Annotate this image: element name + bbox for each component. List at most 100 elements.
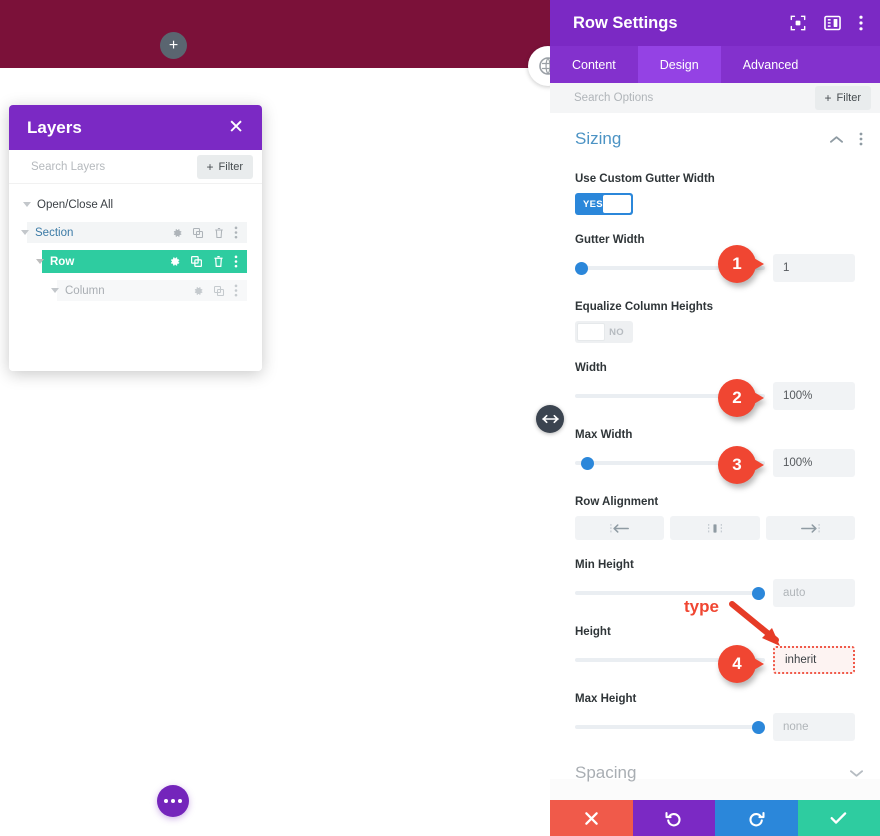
align-center-button[interactable] <box>670 516 760 540</box>
focus-icon[interactable] <box>790 15 806 31</box>
open-close-all-row[interactable]: Open/Close All <box>9 194 262 215</box>
slider-thumb[interactable] <box>752 720 765 734</box>
close-icon[interactable]: ✕ <box>228 118 244 137</box>
undo-icon <box>665 811 681 826</box>
callout-pointer <box>747 455 764 475</box>
more-options-fab[interactable] <box>157 785 189 817</box>
trash-icon[interactable] <box>213 227 225 239</box>
toggle-value-yes: YES <box>583 198 603 210</box>
tab-advanced[interactable]: Advanced <box>721 46 821 83</box>
annotation-type-label: type <box>684 597 719 616</box>
options-filter-label: Filter <box>836 92 861 104</box>
slider-track[interactable] <box>575 591 765 595</box>
toggle-knob <box>577 323 605 341</box>
align-left-icon <box>609 523 629 533</box>
kebab-icon[interactable] <box>234 284 238 297</box>
chevron-up-icon[interactable] <box>830 135 843 144</box>
tab-content[interactable]: Content <box>550 46 638 83</box>
input-max-width[interactable]: 100% <box>773 449 855 477</box>
layer-actions-section <box>171 226 247 239</box>
resize-horizontal-icon <box>541 414 559 424</box>
duplicate-icon[interactable] <box>213 285 225 297</box>
save-button[interactable] <box>797 800 880 836</box>
layer-row-row[interactable]: Row <box>36 250 247 273</box>
layer-actions-row <box>168 255 247 268</box>
callout-marker-2: 2 <box>718 379 764 417</box>
label-min-height: Min Height <box>575 559 634 571</box>
duplicate-icon[interactable] <box>192 227 204 239</box>
chevron-down-icon[interactable] <box>21 230 29 235</box>
slider-thumb[interactable] <box>575 261 588 275</box>
spacing-section-title: Spacing <box>575 763 637 782</box>
slider-thumb[interactable] <box>581 456 594 470</box>
options-filter-button[interactable]: + Filter <box>814 86 871 110</box>
gear-icon[interactable] <box>168 255 181 268</box>
kebab-icon[interactable] <box>859 15 863 31</box>
layers-tree: Open/Close All Section Row Column <box>9 184 262 371</box>
panel-resize-handle[interactable] <box>536 405 564 433</box>
options-search-bar: Search Options + Filter <box>550 83 880 114</box>
label-gutter-width: Gutter Width <box>575 234 645 246</box>
spacing-section-header[interactable]: Spacing <box>550 741 880 793</box>
undo-button[interactable] <box>632 800 715 836</box>
slider-max-height[interactable]: none <box>575 713 855 741</box>
label-height: Height <box>575 626 611 638</box>
slider-max-width[interactable]: 100% <box>575 449 855 477</box>
layer-row-column[interactable]: Column <box>51 280 247 301</box>
align-right-icon <box>801 523 821 533</box>
chevron-down-icon[interactable] <box>23 202 31 207</box>
input-width[interactable]: 100% <box>773 382 855 410</box>
search-layers-input[interactable]: Search Layers <box>31 161 105 173</box>
tab-design[interactable]: Design <box>637 46 721 83</box>
duplicate-icon[interactable] <box>190 255 203 268</box>
callout-marker-3: 3 <box>718 446 764 484</box>
layers-filter-button[interactable]: + Filter <box>196 154 253 179</box>
settings-scroll-area[interactable]: Sizing Use Custom Gutter Width YES Gutte… <box>550 113 880 782</box>
label-width: Width <box>575 362 607 374</box>
gear-icon[interactable] <box>171 227 183 239</box>
chevron-down-icon[interactable] <box>850 769 863 778</box>
label-max-width: Max Width <box>575 429 633 441</box>
toggle-value-no: NO <box>609 326 624 338</box>
kebab-icon[interactable] <box>234 226 238 239</box>
layer-label-section: Section <box>35 226 74 239</box>
toggle-use-custom-gutter-width[interactable]: YES <box>575 193 633 215</box>
slider-gutter-width[interactable]: 1 <box>575 254 855 282</box>
label-row-alignment: Row Alignment <box>575 496 659 508</box>
trash-icon[interactable] <box>212 255 225 268</box>
gear-icon[interactable] <box>192 285 204 297</box>
add-section-button[interactable]: + <box>160 32 187 59</box>
layers-panel: Layers ✕ Search Layers + Filter Open/Clo… <box>9 105 262 371</box>
callout-pointer <box>747 388 764 408</box>
sizing-section-title: Sizing <box>575 129 622 148</box>
search-options-input[interactable]: Search Options <box>574 92 653 104</box>
align-right-button[interactable] <box>765 516 855 540</box>
align-left-button[interactable] <box>575 516 665 540</box>
toggle-equalize-column-heights[interactable]: NO <box>575 321 633 343</box>
label-use-custom-gutter-width: Use Custom Gutter Width <box>575 173 715 185</box>
layout-icon[interactable] <box>824 15 841 31</box>
plus-icon: + <box>824 91 832 105</box>
plus-icon: + <box>206 159 214 174</box>
label-max-height: Max Height <box>575 693 637 705</box>
settings-tabs: Content Design Advanced <box>550 46 880 83</box>
slider-height[interactable]: inherit <box>575 646 855 674</box>
kebab-icon[interactable] <box>234 255 238 268</box>
sizing-section-header[interactable]: Sizing <box>550 113 880 159</box>
chevron-down-icon[interactable] <box>36 259 44 264</box>
layer-label-column: Column <box>65 284 105 297</box>
callout-pointer <box>747 254 764 274</box>
chevron-down-icon[interactable] <box>51 288 59 293</box>
redo-button[interactable] <box>715 800 798 836</box>
layer-actions-column <box>192 284 247 297</box>
input-gutter-width[interactable]: 1 <box>773 254 855 282</box>
input-max-height[interactable]: none <box>773 713 855 741</box>
check-icon <box>830 812 847 824</box>
layer-row-section[interactable]: Section <box>21 222 247 243</box>
discard-changes-button[interactable] <box>550 800 633 836</box>
toggle-knob <box>603 195 631 213</box>
slider-width[interactable]: 100% <box>575 382 855 410</box>
dot-icon <box>178 799 182 803</box>
slider-track[interactable] <box>575 725 765 729</box>
kebab-icon[interactable] <box>859 132 863 146</box>
